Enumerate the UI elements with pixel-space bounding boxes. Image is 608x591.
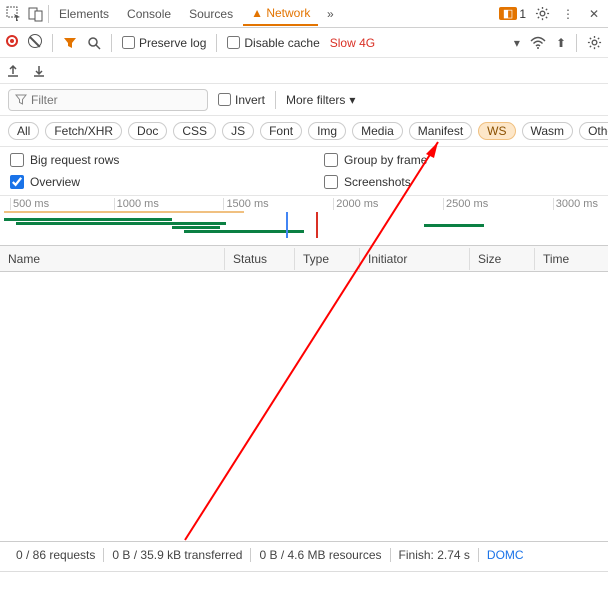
- gear-icon[interactable]: [532, 4, 552, 24]
- big-rows-checkbox[interactable]: Big request rows: [10, 153, 284, 167]
- separator: [216, 34, 217, 52]
- separator: [576, 34, 577, 52]
- chevron-down-icon: ▾: [349, 93, 355, 107]
- tick: 2500 ms: [443, 198, 488, 210]
- export-icon[interactable]: [6, 64, 20, 78]
- issues-button[interactable]: ◧1: [499, 7, 526, 21]
- preserve-log-label: Preserve log: [139, 36, 206, 50]
- time-ticks: 500 ms 1000 ms 1500 ms 2000 ms 2500 ms 3…: [0, 198, 608, 210]
- col-initiator[interactable]: Initiator: [360, 248, 470, 270]
- separator: [52, 34, 53, 52]
- separator: [275, 91, 276, 109]
- col-type[interactable]: Type: [295, 248, 360, 270]
- filter-input-wrapper[interactable]: [8, 89, 208, 111]
- tick: 500 ms: [10, 198, 49, 210]
- chevron-down-icon[interactable]: ▾: [514, 36, 520, 50]
- device-toggle-icon[interactable]: [26, 4, 46, 24]
- overview-checkbox[interactable]: Overview: [10, 175, 284, 189]
- bottom-bar: [0, 571, 608, 591]
- network-toolbar: Preserve log Disable cache Slow 4G ▾ ⬆: [0, 28, 608, 58]
- tick: 2000 ms: [333, 198, 378, 210]
- tab-sources[interactable]: Sources: [181, 3, 241, 25]
- more-tabs-icon[interactable]: »: [320, 4, 340, 24]
- pill-all[interactable]: All: [8, 122, 39, 140]
- big-rows-label: Big request rows: [30, 153, 119, 167]
- pill-js[interactable]: JS: [222, 122, 254, 140]
- requests-table-body: [0, 272, 608, 492]
- record-button[interactable]: [6, 35, 18, 50]
- col-status[interactable]: Status: [225, 248, 295, 270]
- disable-cache-label: Disable cache: [244, 36, 319, 50]
- filter-row: Invert More filters ▾: [0, 84, 608, 116]
- pill-other[interactable]: Other: [579, 122, 608, 140]
- group-by-frame-label: Group by frame: [344, 153, 427, 167]
- throttle-label: Slow 4G: [330, 36, 375, 50]
- invert-label: Invert: [235, 93, 265, 107]
- tab-network[interactable]: ▲ Network: [243, 2, 318, 26]
- screenshots-checkbox[interactable]: Screenshots: [324, 175, 598, 189]
- filter-toggle-icon[interactable]: [63, 36, 77, 50]
- pill-font[interactable]: Font: [260, 122, 302, 140]
- preserve-log-checkbox[interactable]: Preserve log: [122, 36, 206, 50]
- pill-manifest[interactable]: Manifest: [409, 122, 472, 140]
- wifi-icon[interactable]: [530, 36, 546, 50]
- throttle-select[interactable]: Slow 4G: [330, 36, 375, 50]
- waterfall-bars: [4, 216, 604, 240]
- settings-gear-icon[interactable]: [587, 35, 602, 50]
- overview-waterfall[interactable]: 500 ms 1000 ms 1500 ms 2000 ms 2500 ms 3…: [0, 196, 608, 246]
- pill-doc[interactable]: Doc: [128, 122, 167, 140]
- tab-network-label: Network: [266, 6, 310, 20]
- tab-console[interactable]: Console: [119, 3, 179, 25]
- import-icon[interactable]: [32, 64, 46, 78]
- screenshots-label: Screenshots: [344, 175, 411, 189]
- clear-button[interactable]: [28, 34, 42, 51]
- group-by-frame-checkbox[interactable]: Group by frame: [324, 153, 598, 167]
- issue-badge-icon: ◧: [499, 7, 517, 20]
- status-requests: 0 / 86 requests: [8, 548, 104, 562]
- pill-media[interactable]: Media: [352, 122, 403, 140]
- close-icon[interactable]: ✕: [584, 4, 604, 24]
- pill-css[interactable]: CSS: [173, 122, 216, 140]
- tick: 1500 ms: [223, 198, 268, 210]
- tab-elements[interactable]: Elements: [51, 3, 117, 25]
- status-finish: Finish: 2.74 s: [391, 548, 479, 562]
- funnel-icon: [15, 94, 27, 106]
- pill-fetch-xhr[interactable]: Fetch/XHR: [45, 122, 122, 140]
- status-transferred: 0 B / 35.9 kB transferred: [104, 548, 251, 562]
- requests-table-header: Name Status Type Initiator Size Time: [0, 246, 608, 272]
- col-time[interactable]: Time: [535, 248, 608, 270]
- separator: [48, 5, 49, 23]
- warning-icon: ▲: [251, 6, 263, 20]
- col-name[interactable]: Name: [0, 248, 225, 270]
- disable-cache-checkbox[interactable]: Disable cache: [227, 36, 319, 50]
- issues-count: 1: [519, 7, 526, 21]
- devtools-topbar: Elements Console Sources ▲ Network » ◧1 …: [0, 0, 608, 28]
- record-icon: [6, 35, 18, 47]
- search-icon[interactable]: [87, 36, 101, 50]
- filter-input[interactable]: [31, 93, 201, 107]
- ban-icon: [28, 34, 42, 48]
- inspect-icon[interactable]: [4, 4, 24, 24]
- more-filters-button[interactable]: More filters ▾: [286, 93, 355, 107]
- options-row: Big request rows Overview Group by frame…: [0, 147, 608, 196]
- tick: 3000 ms: [553, 198, 598, 210]
- col-size[interactable]: Size: [470, 248, 535, 270]
- pill-ws[interactable]: WS: [478, 122, 515, 140]
- upload-icon[interactable]: ⬆: [556, 36, 566, 50]
- pill-wasm[interactable]: Wasm: [522, 122, 574, 140]
- status-bar: 0 / 86 requests 0 B / 35.9 kB transferre…: [0, 541, 608, 567]
- type-filter-row: All Fetch/XHR Doc CSS JS Font Img Media …: [0, 116, 608, 147]
- more-filters-label: More filters: [286, 93, 345, 107]
- tick: 1000 ms: [114, 198, 159, 210]
- topbar-right: ◧1 ⋮ ✕: [499, 4, 604, 24]
- status-resources: 0 B / 4.6 MB resources: [251, 548, 390, 562]
- kebab-icon[interactable]: ⋮: [558, 4, 578, 24]
- status-domcontent[interactable]: DOMC: [479, 548, 532, 562]
- network-toolbar-2: [0, 58, 608, 84]
- separator: [111, 34, 112, 52]
- overview-label: Overview: [30, 175, 80, 189]
- invert-checkbox[interactable]: Invert: [218, 93, 265, 107]
- pill-img[interactable]: Img: [308, 122, 346, 140]
